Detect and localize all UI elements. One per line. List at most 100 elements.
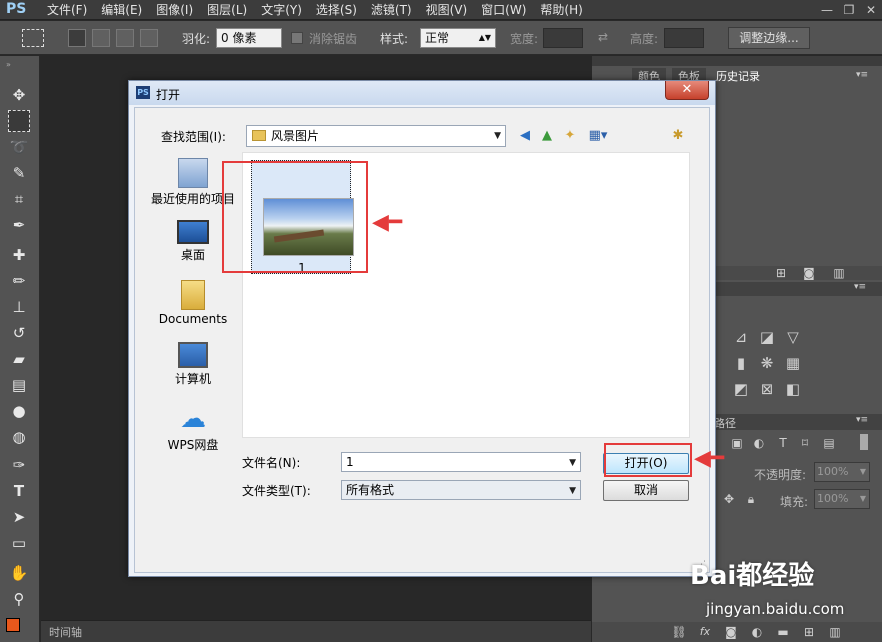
tab-paths[interactable]: 路径	[714, 415, 736, 431]
new-layer-icon[interactable]: ⊞	[800, 623, 818, 641]
favorite-folder-icon[interactable]: ✱	[669, 127, 687, 145]
panel-menu-icon[interactable]: ▾≡	[854, 282, 866, 292]
tab-history[interactable]: 历史记录	[710, 68, 766, 86]
cancel-button[interactable]: 取消	[603, 480, 689, 501]
quick-select-tool-icon[interactable]: ✎	[8, 162, 30, 184]
trash-icon[interactable]: ▥	[826, 623, 844, 641]
menu-edit[interactable]: 编辑(E)	[94, 0, 149, 20]
subtract-selection-icon[interactable]	[116, 29, 134, 47]
filter-toggle[interactable]	[860, 434, 868, 450]
view-menu-icon[interactable]: ▦▾	[585, 127, 611, 145]
eraser-tool-icon[interactable]: ▰	[8, 348, 30, 370]
shape-filter-icon[interactable]: ⌑	[796, 434, 814, 452]
lock-all-icon[interactable]: 🔒︎	[742, 490, 760, 508]
image-filter-icon[interactable]: ▣	[728, 434, 746, 452]
channel-mixer-icon[interactable]: ❋	[758, 354, 776, 372]
lock-position-icon[interactable]: ✥	[720, 490, 738, 508]
add-selection-icon[interactable]	[92, 29, 110, 47]
fx-icon[interactable]: fx	[696, 623, 714, 641]
adjustment-layer-icon[interactable]: ◐	[748, 623, 766, 641]
dialog-close-button[interactable]: ✕	[665, 81, 709, 100]
arrow-left-icon: ◀━	[372, 210, 403, 235]
lookup-table-icon[interactable]: ▦	[784, 354, 802, 372]
gradient-map-icon[interactable]: ▽	[784, 328, 802, 346]
adjust-filter-icon[interactable]: ◐	[750, 434, 768, 452]
camera-icon[interactable]: ◙	[800, 264, 818, 282]
width-input[interactable]	[543, 28, 583, 48]
blur-tool-icon[interactable]: ●	[8, 400, 30, 422]
place-documents[interactable]: Documents	[148, 280, 238, 326]
menu-file[interactable]: 文件(F)	[40, 0, 94, 20]
history-brush-icon[interactable]: ↺	[8, 322, 30, 344]
back-icon[interactable]: ◀	[516, 127, 534, 145]
menu-select[interactable]: 选择(S)	[309, 0, 364, 20]
mask-icon[interactable]: ◙	[722, 623, 740, 641]
path-select-icon[interactable]: ➤	[8, 506, 30, 528]
chevron-down-icon: ▼	[569, 458, 576, 468]
close-app-button[interactable]: ✕	[860, 0, 882, 20]
collapse-icon[interactable]: »	[6, 60, 11, 69]
dialog-titlebar[interactable]: PS 打开 ✕	[129, 81, 715, 105]
menu-layer[interactable]: 图层(L)	[200, 0, 254, 20]
healing-brush-icon[interactable]: ✚	[8, 244, 30, 266]
lookin-select[interactable]: 风景图片 ▼	[246, 125, 506, 147]
shape-tool-icon[interactable]: ▭	[8, 532, 30, 554]
trash-icon[interactable]: ▥	[830, 264, 848, 282]
antialias-checkbox[interactable]	[291, 32, 303, 44]
hand-tool-icon[interactable]: ✋	[8, 562, 30, 584]
selective-color-icon[interactable]: ⊠	[758, 380, 776, 398]
brush-tool-icon[interactable]: ✏	[8, 270, 30, 292]
panel-menu-icon[interactable]: ▾≡	[856, 70, 868, 80]
marquee-tool-icon[interactable]	[8, 110, 30, 132]
eyedropper-tool-icon[interactable]: ✒	[8, 214, 30, 236]
menu-help[interactable]: 帮助(H)	[533, 0, 589, 20]
arrow-left-icon: ◀━	[694, 446, 725, 471]
new-folder-icon[interactable]: ✦	[561, 127, 579, 145]
menu-window[interactable]: 窗口(W)	[474, 0, 533, 20]
solid-color-icon[interactable]: ◧	[784, 380, 802, 398]
type-tool-icon[interactable]: T	[8, 480, 30, 502]
minimize-button[interactable]: —	[816, 0, 838, 20]
filename-input[interactable]: 1 ▼	[341, 452, 581, 472]
link-layers-icon[interactable]: ⛓	[670, 623, 688, 641]
refine-edge-button[interactable]: 调整边缘...	[728, 27, 810, 49]
pen-tool-icon[interactable]: ✑	[8, 454, 30, 476]
place-wps-cloud[interactable]: ☁ WPS网盘	[148, 404, 238, 453]
lasso-tool-icon[interactable]: ➰	[8, 136, 30, 158]
threshold-icon[interactable]: ◩	[732, 380, 750, 398]
menu-image[interactable]: 图像(I)	[149, 0, 200, 20]
smart-filter-icon[interactable]: ▤	[820, 434, 838, 452]
up-folder-icon[interactable]: ▲	[538, 127, 556, 145]
curves-icon[interactable]: ◪	[758, 328, 776, 346]
height-input[interactable]	[664, 28, 704, 48]
dodge-tool-icon[interactable]: ◍	[8, 426, 30, 448]
fill-input[interactable]: 100% ▼	[814, 489, 870, 509]
restore-button[interactable]: ❐	[838, 0, 860, 20]
filetype-select[interactable]: 所有格式 ▼	[341, 480, 581, 500]
menu-type[interactable]: 文字(Y)	[254, 0, 309, 20]
levels-icon[interactable]: ⊿	[732, 328, 750, 346]
feather-input[interactable]: 0 像素	[216, 28, 282, 48]
stamp-tool-icon[interactable]: ⊥	[8, 296, 30, 318]
panel-menu-icon[interactable]: ▾≡	[856, 415, 868, 425]
new-selection-icon[interactable]	[68, 29, 86, 47]
menu-filter[interactable]: 滤镜(T)	[364, 0, 419, 20]
crop-tool-icon[interactable]: ⌗	[8, 188, 30, 210]
intersect-selection-icon[interactable]	[140, 29, 158, 47]
style-select[interactable]: 正常 ▲▼	[420, 28, 496, 48]
new-snapshot-icon[interactable]: ⊞	[772, 264, 790, 282]
place-computer[interactable]: 计算机	[148, 342, 238, 387]
marquee-preset-icon[interactable]	[22, 29, 44, 47]
timeline-tab[interactable]: 时间轴	[49, 624, 82, 640]
chevron-down-icon: ▲▼	[478, 33, 491, 42]
foreground-color-swatch[interactable]	[6, 618, 20, 632]
menu-view[interactable]: 视图(V)	[419, 0, 475, 20]
move-tool-icon[interactable]: ✥	[8, 84, 30, 106]
zoom-tool-icon[interactable]: ⚲	[8, 588, 30, 610]
opacity-input[interactable]: 100% ▼	[814, 462, 870, 482]
type-filter-icon[interactable]: T	[774, 434, 792, 452]
gradient-tool-icon[interactable]: ▤	[8, 374, 30, 396]
folder-icon[interactable]: ▬	[774, 623, 792, 641]
balance-icon[interactable]: ▮	[732, 354, 750, 372]
swap-icon[interactable]: ⇄	[598, 30, 608, 44]
